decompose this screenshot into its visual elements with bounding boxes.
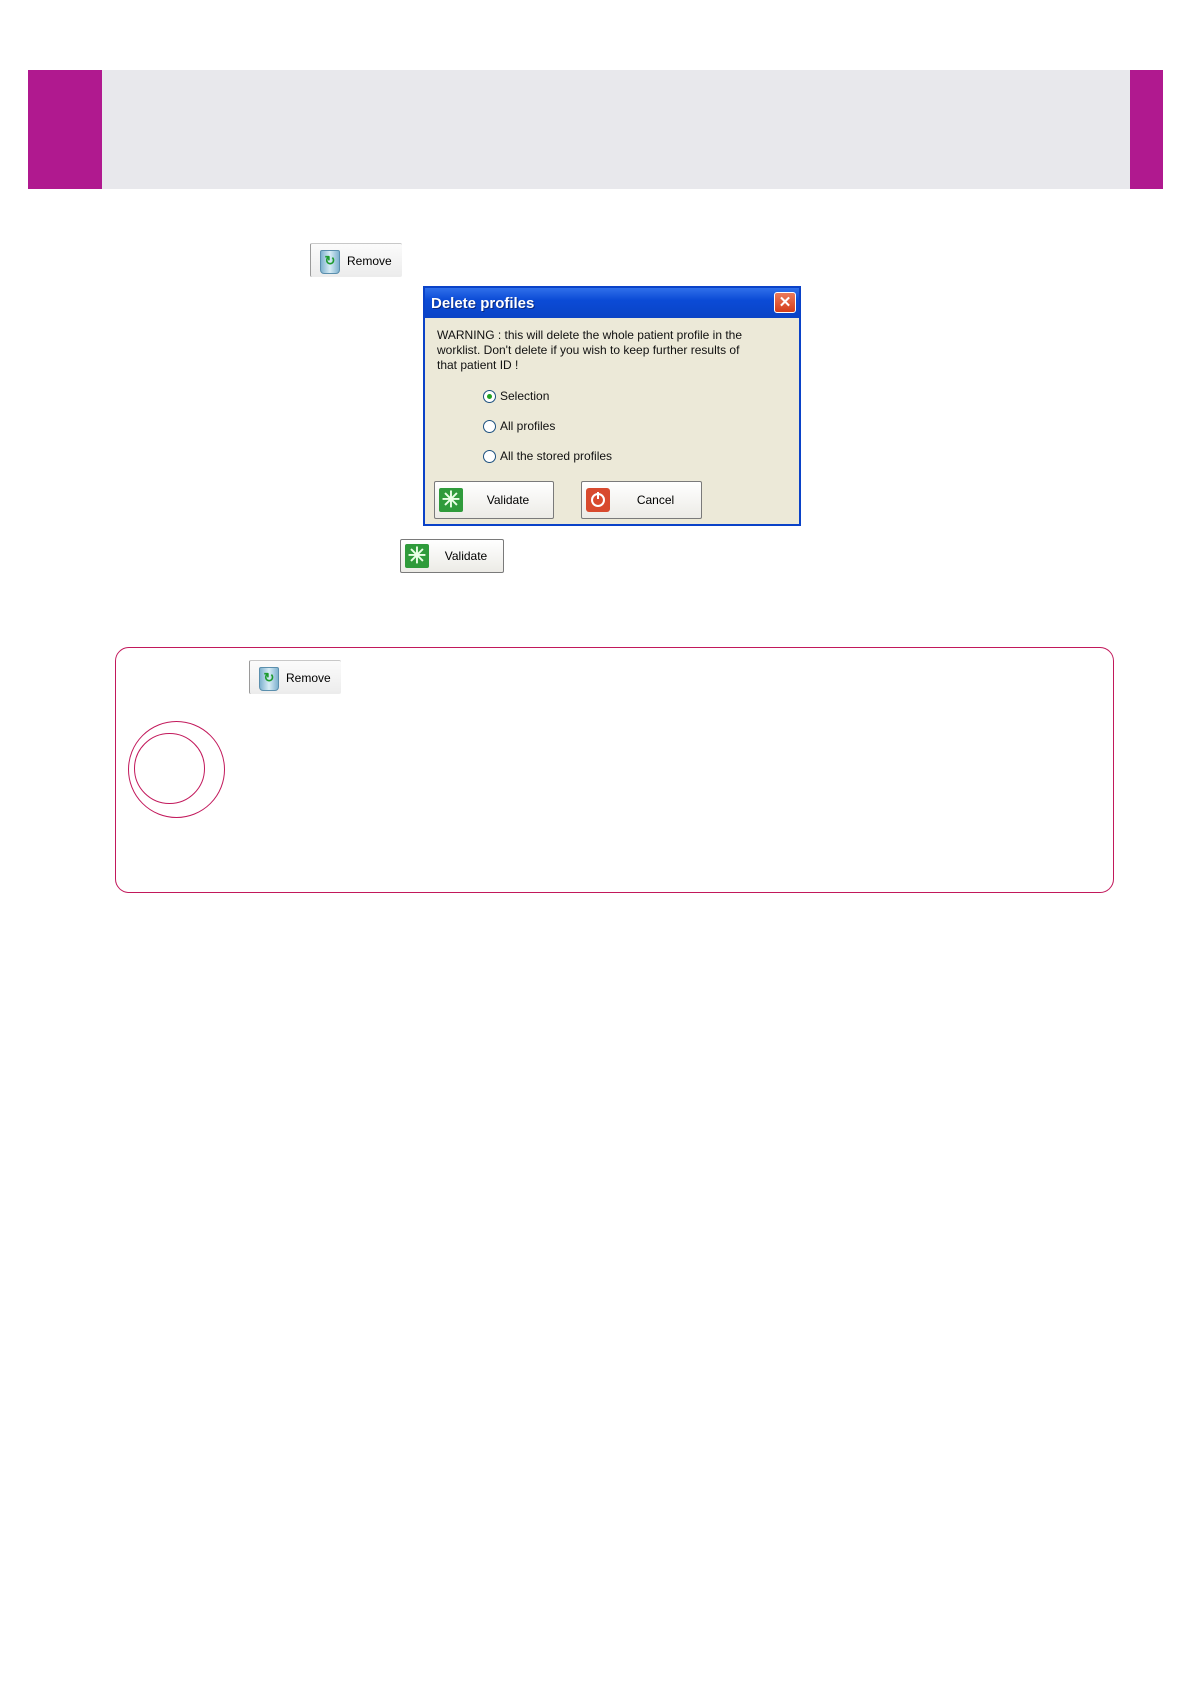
dialog-validate-button[interactable]: ✳ Validate [434, 481, 554, 519]
validate-icon: ✳ [405, 544, 429, 568]
delete-profiles-dialog: Delete profiles ✕ WARNING : this will de… [423, 286, 801, 526]
option-selection[interactable]: Selection [483, 389, 549, 403]
header-band [28, 70, 1163, 189]
remove-button-label: Remove [347, 253, 392, 268]
option-all-profiles-label: All profiles [500, 419, 556, 433]
dialog-validate-label: Validate [486, 493, 530, 507]
note-box: ↻ Remove [115, 647, 1114, 893]
power-icon [586, 488, 610, 512]
dialog-cancel-label: Cancel [636, 493, 675, 507]
note-remove-label: Remove [286, 670, 331, 685]
recycle-bin-icon: ↻ [256, 665, 280, 691]
validate-button-label: Validate [444, 549, 488, 563]
note-remove-button[interactable]: ↻ Remove [249, 660, 341, 694]
dialog-cancel-button[interactable]: Cancel [581, 481, 702, 519]
option-all-stored-profiles-label: All the stored profiles [500, 449, 613, 463]
radio-selection[interactable] [483, 389, 496, 403]
header-accent-left [28, 70, 102, 189]
recycle-bin-icon: ↻ [317, 248, 341, 274]
warning-text: WARNING : this will delete the whole pat… [437, 328, 743, 372]
close-icon[interactable]: ✕ [774, 292, 796, 313]
radio-all-stored-profiles[interactable] [483, 449, 496, 463]
validate-icon: ✳ [439, 488, 463, 512]
validate-button[interactable]: ✳ Validate [400, 539, 504, 573]
radio-all-profiles[interactable] [483, 419, 496, 433]
dialog-title: Delete profiles [431, 294, 535, 312]
remove-button[interactable]: ↻ Remove [310, 243, 402, 277]
note-circle-inner [134, 733, 205, 804]
option-all-stored-profiles[interactable]: All the stored profiles [483, 449, 612, 463]
header-accent-right [1130, 70, 1163, 189]
option-selection-label: Selection [500, 389, 550, 403]
dialog-titlebar[interactable]: Delete profiles ✕ [425, 288, 799, 318]
option-all-profiles[interactable]: All profiles [483, 419, 555, 433]
